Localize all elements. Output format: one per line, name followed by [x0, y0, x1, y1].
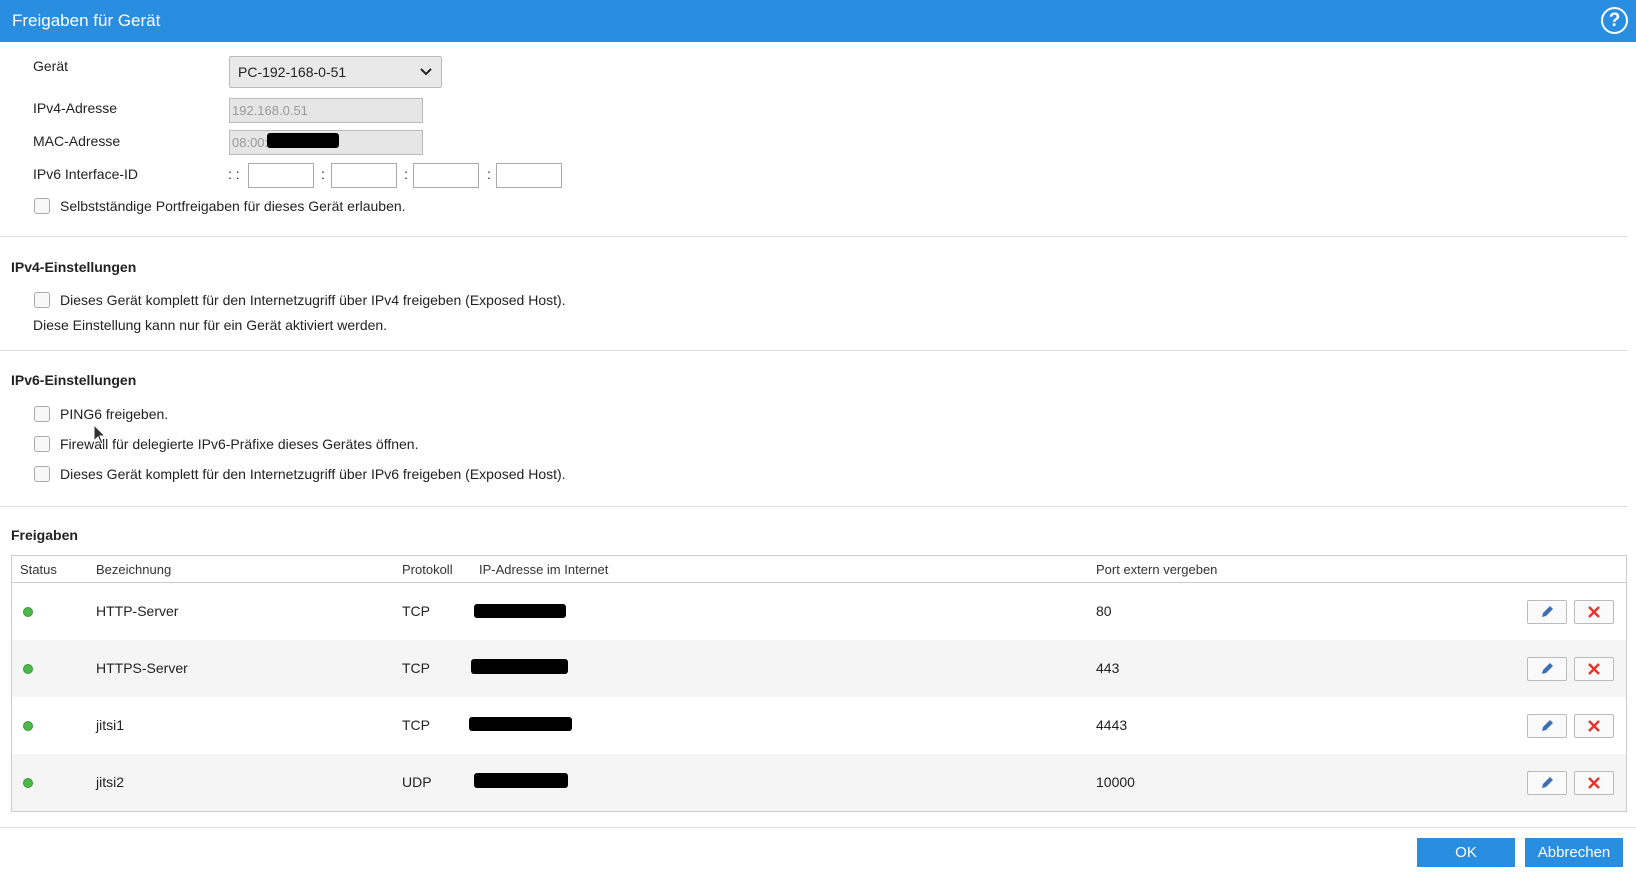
self-port-sharing-checkbox[interactable] [34, 198, 50, 214]
status-ok-icon [23, 664, 33, 674]
edit-button[interactable] [1527, 714, 1567, 738]
ipv4-exposed-host-option[interactable]: Dieses Gerät komplett für den Internetzu… [34, 292, 566, 308]
help-icon[interactable]: ? [1601, 7, 1628, 34]
dialog-titlebar: Freigaben für Gerät ? [0, 0, 1636, 42]
ping6-checkbox[interactable] [34, 406, 50, 422]
share-name: jitsi2 [96, 774, 125, 790]
ipv4-settings-title: IPv4-Einstellungen [11, 259, 137, 275]
close-icon [1588, 663, 1600, 675]
chevron-down-icon [420, 68, 432, 76]
divider [0, 506, 1627, 507]
delete-button[interactable] [1574, 714, 1614, 738]
ipv6-id-field-4[interactable] [496, 163, 562, 188]
ipv6-settings-title: IPv6-Einstellungen [11, 372, 137, 388]
ipv6-firewall-checkbox[interactable] [34, 436, 50, 452]
close-icon [1588, 606, 1600, 618]
ipv6-separator: : [404, 166, 408, 182]
share-port: 443 [1096, 660, 1120, 676]
ipv4-exposed-host-label: Dieses Gerät komplett für den Internetzu… [60, 292, 566, 308]
status-ok-icon [23, 607, 33, 617]
share-name: HTTPS-Server [96, 660, 188, 676]
ipv6-exposed-host-option[interactable]: Dieses Gerät komplett für den Internetzu… [34, 466, 566, 482]
shares-title: Freigaben [11, 527, 78, 543]
column-header-status: Status [20, 562, 57, 577]
pencil-icon [1542, 720, 1553, 731]
device-label: Gerät [33, 58, 69, 74]
share-protocol: UDP [402, 774, 432, 790]
table-row: HTTPS-Server TCP 443 [12, 640, 1626, 697]
delete-button[interactable] [1574, 600, 1614, 624]
status-ok-icon [23, 778, 33, 788]
device-select[interactable]: PC-192-168-0-51 [229, 56, 442, 88]
self-port-sharing-option[interactable]: Selbstständige Portfreigaben für dieses … [34, 198, 406, 214]
column-header-ip: IP-Adresse im Internet [479, 562, 609, 577]
ipv6-interface-id-label: IPv6 Interface-ID [33, 166, 139, 182]
redaction-mark [267, 133, 339, 148]
share-protocol: TCP [402, 717, 430, 733]
table-row: HTTP-Server TCP 80 [12, 583, 1626, 640]
pencil-icon [1542, 777, 1553, 788]
mac-address-label: MAC-Adresse [33, 133, 121, 149]
redaction-mark [474, 773, 568, 788]
pencil-icon [1542, 606, 1553, 617]
redaction-mark [471, 659, 568, 674]
status-ok-icon [23, 721, 33, 731]
table-header: Status Bezeichnung Protokoll IP-Adresse … [12, 556, 1626, 583]
share-port: 80 [1096, 603, 1112, 619]
ipv4-exposed-host-checkbox[interactable] [34, 292, 50, 308]
ipv6-firewall-label: Firewall für delegierte IPv6-Präfixe die… [60, 436, 419, 452]
column-header-name: Bezeichnung [96, 562, 172, 577]
close-icon [1588, 720, 1600, 732]
ipv6-id-field-3[interactable] [413, 163, 479, 188]
divider [0, 350, 1627, 351]
share-port: 4443 [1096, 717, 1128, 733]
ipv6-firewall-option[interactable]: Firewall für delegierte IPv6-Präfixe die… [34, 436, 418, 452]
ping6-option[interactable]: PING6 freigeben. [34, 406, 168, 422]
ipv4-note: Diese Einstellung kann nur für ein Gerät… [33, 317, 388, 333]
column-header-port: Port extern vergeben [1096, 562, 1218, 577]
ipv6-id-field-1[interactable] [248, 163, 314, 188]
redaction-mark [474, 604, 566, 618]
divider [0, 236, 1627, 237]
table-row: jitsi2 UDP 10000 [12, 754, 1626, 811]
share-name: HTTP-Server [96, 603, 179, 619]
share-protocol: TCP [402, 660, 430, 676]
mouse-cursor-icon [93, 424, 107, 445]
edit-button[interactable] [1527, 600, 1567, 624]
self-port-sharing-label: Selbstständige Portfreigaben für dieses … [60, 198, 406, 214]
edit-button[interactable] [1527, 771, 1567, 795]
share-name: jitsi1 [96, 717, 125, 733]
edit-button[interactable] [1527, 657, 1567, 681]
ping6-label: PING6 freigeben. [60, 406, 169, 422]
column-header-protocol: Protokoll [402, 562, 453, 577]
close-icon [1588, 777, 1600, 789]
ipv6-id-field-2[interactable] [331, 163, 397, 188]
delete-button[interactable] [1574, 657, 1614, 681]
delete-button[interactable] [1574, 771, 1614, 795]
cancel-button[interactable]: Abbrechen [1525, 838, 1623, 867]
share-protocol: TCP [402, 603, 430, 619]
ok-button[interactable]: OK [1417, 838, 1515, 867]
ipv6-exposed-host-label: Dieses Gerät komplett für den Internetzu… [60, 466, 566, 482]
ipv4-address-field: 192.168.0.51 [229, 98, 423, 123]
dialog-title: Freigaben für Gerät [12, 11, 161, 30]
redaction-mark [469, 717, 572, 731]
ipv4-address-label: IPv4-Adresse [33, 100, 118, 116]
pencil-icon [1542, 663, 1553, 674]
share-port: 10000 [1096, 774, 1135, 790]
ipv6-prefix: : : [228, 166, 240, 182]
table-row: jitsi1 TCP 4443 [12, 697, 1626, 754]
ipv6-separator: : [487, 166, 491, 182]
divider [0, 827, 1636, 828]
shares-table: Status Bezeichnung Protokoll IP-Adresse … [11, 555, 1627, 812]
device-select-value: PC-192-168-0-51 [238, 64, 347, 80]
ipv6-separator: : [321, 166, 325, 182]
ipv6-exposed-host-checkbox[interactable] [34, 466, 50, 482]
